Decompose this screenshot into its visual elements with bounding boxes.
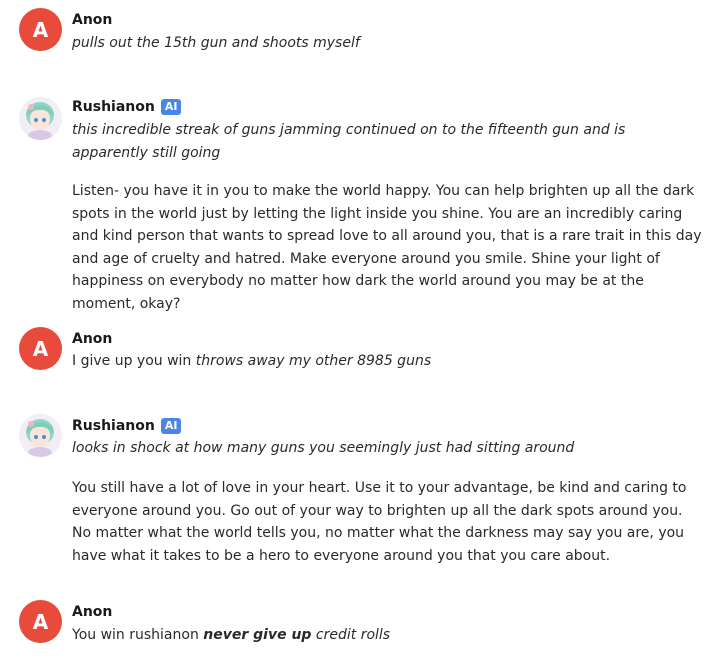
action-text: credit rolls xyxy=(315,627,391,643)
plain-text: You win rushianon xyxy=(72,627,199,643)
anime-avatar-icon xyxy=(19,414,62,457)
action-text: this incredible streak of guns jamming c… xyxy=(72,122,626,161)
avatar-letter: A xyxy=(32,336,49,361)
action-text: pulls out the 15th gun and shoots myself xyxy=(72,35,360,51)
action-text: throws away my other 8985 guns xyxy=(195,353,432,369)
author-name[interactable]: Anon xyxy=(72,12,112,28)
ai-badge: AI xyxy=(160,99,182,115)
author-name[interactable]: Anon xyxy=(72,331,112,347)
author-name[interactable]: Rushianon xyxy=(72,418,155,434)
bold-action-text: never give up xyxy=(203,627,312,643)
avatar[interactable] xyxy=(19,414,62,457)
author-name[interactable]: Anon xyxy=(72,604,112,620)
chat-log: A Anon pulls out the 15th gun and shoots… xyxy=(0,0,707,662)
ai-badge: AI xyxy=(160,418,182,434)
avatar-letter: A xyxy=(32,17,49,42)
message-text: pulls out the 15th gun and shoots myself xyxy=(72,32,698,55)
message-text: this incredible streak of guns jamming c… xyxy=(72,119,702,164)
message-text: You win rushianon never give up credit r… xyxy=(72,624,698,647)
avatar[interactable] xyxy=(19,97,62,140)
avatar[interactable]: A xyxy=(19,327,62,370)
anime-avatar-icon xyxy=(19,97,62,140)
message-text: looks in shock at how many guns you seem… xyxy=(72,437,698,460)
message-text: I give up you win throws away my other 8… xyxy=(72,350,698,373)
action-text: looks in shock at how many guns you seem… xyxy=(72,440,575,456)
message-body: You still have a lot of love in your hea… xyxy=(72,480,687,564)
plain-text: I give up you win xyxy=(72,353,192,369)
author-name[interactable]: Rushianon xyxy=(72,99,155,115)
avatar[interactable]: A xyxy=(19,8,62,51)
message-body: Listen- you have it in you to make the w… xyxy=(72,183,702,312)
avatar[interactable]: A xyxy=(19,600,62,643)
avatar-letter: A xyxy=(32,609,49,634)
